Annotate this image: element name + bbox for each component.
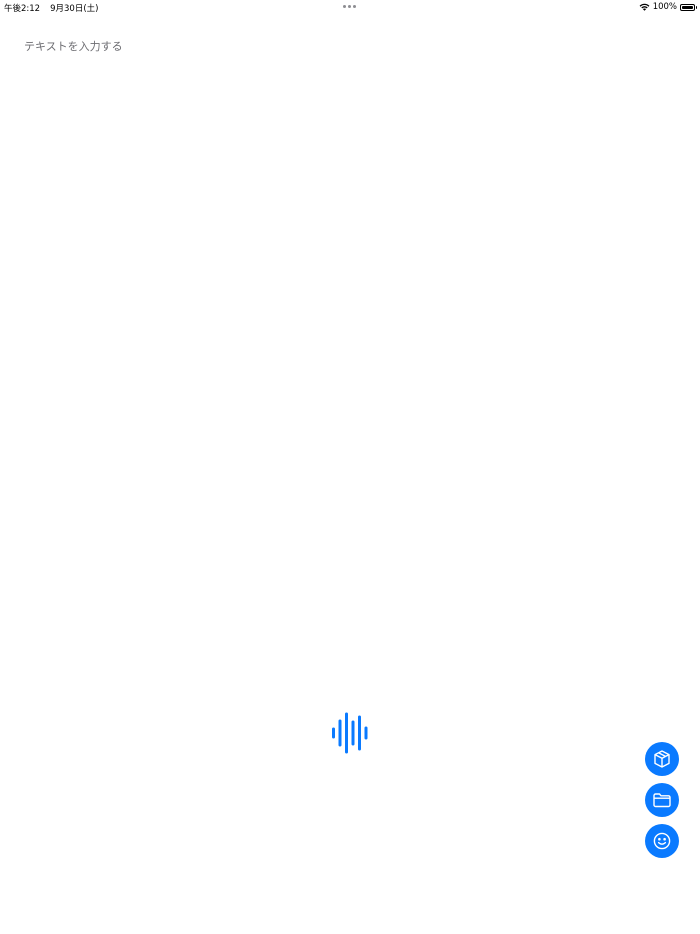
wifi-icon [639,3,650,11]
battery-icon [680,3,697,11]
dot [343,5,346,8]
smiley-icon [653,832,671,850]
dot [353,5,356,8]
battery-percent: 100% [652,2,677,12]
dot [348,5,351,8]
cube-icon [654,750,670,768]
voice-input-button[interactable] [326,708,374,758]
status-right: 100% [639,2,697,12]
folder-icon [653,793,671,808]
folder-button[interactable] [645,783,679,817]
status-bar: 午後2:12 9月30日(土) 100% [0,0,700,14]
status-left: 午後2:12 9月30日(土) [4,2,98,14]
app-screen: 午後2:12 9月30日(土) 100% [0,0,700,934]
cube-button[interactable] [645,742,679,776]
waveform-icon [332,712,368,754]
battery-fill [682,5,693,9]
text-input[interactable] [24,38,664,678]
multitasking-dots[interactable] [343,5,356,8]
emoji-button[interactable] [645,824,679,858]
status-date: 9月30日(土) [50,4,99,14]
status-time: 午後2:12 [4,4,41,14]
